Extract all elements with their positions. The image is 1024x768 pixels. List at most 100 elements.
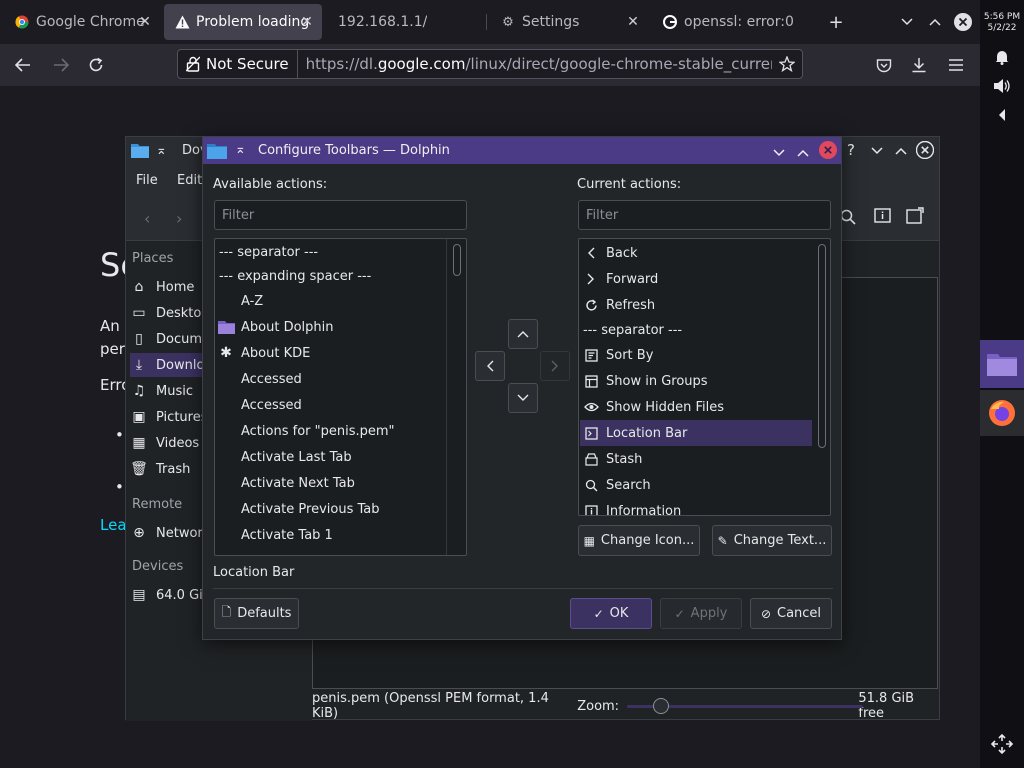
menu-button[interactable] bbox=[945, 54, 967, 76]
list-item[interactable]: Back bbox=[580, 240, 812, 266]
menu-file[interactable]: File bbox=[136, 173, 158, 188]
cancel-button[interactable]: ⊘ Cancel bbox=[750, 598, 832, 629]
zoom-slider[interactable] bbox=[627, 698, 864, 714]
move-up-button[interactable] bbox=[508, 319, 538, 349]
expand-tray-icon[interactable] bbox=[980, 106, 1024, 124]
info-panel-icon[interactable] bbox=[874, 208, 891, 229]
list-item[interactable]: Activate Last Tab bbox=[216, 444, 352, 470]
list-item[interactable]: ✱ About KDE bbox=[216, 340, 310, 366]
list-item[interactable]: Search bbox=[580, 472, 812, 498]
defaults-button[interactable]: 🗋 Defaults bbox=[214, 598, 299, 629]
list-item[interactable]: Activate Next Tab bbox=[216, 470, 355, 496]
close-icon[interactable] bbox=[819, 141, 837, 163]
list-item[interactable]: Activate Previous Tab bbox=[216, 496, 380, 522]
forward-button[interactable] bbox=[50, 54, 72, 76]
list-item[interactable]: About Dolphin bbox=[216, 314, 334, 340]
list-item[interactable]: Forward bbox=[580, 266, 812, 292]
maximize-icon[interactable] bbox=[797, 146, 809, 161]
list-item[interactable]: --- separator --- bbox=[216, 239, 318, 265]
remove-action-button[interactable] bbox=[475, 351, 505, 381]
close-icon[interactable]: ✕ bbox=[624, 13, 642, 31]
list-item[interactable]: Activate Tab 1 bbox=[216, 522, 333, 548]
learn-more-link[interactable]: Lea bbox=[100, 516, 127, 534]
change-icon-button[interactable]: ▦ Change Icon... bbox=[578, 525, 700, 556]
place-pictures[interactable]: ▣ Pictures bbox=[130, 405, 207, 429]
add-action-button[interactable] bbox=[540, 351, 570, 381]
keep-above-icon[interactable]: ⌅ bbox=[156, 143, 167, 158]
list-item[interactable]: Show in Groups bbox=[580, 368, 812, 394]
list-item[interactable]: Accessed bbox=[216, 392, 302, 418]
firefox-task-icon[interactable] bbox=[980, 390, 1024, 436]
device-drive[interactable]: ▤ 64.0 GiB bbox=[130, 583, 211, 607]
notifications-icon[interactable] bbox=[980, 47, 1024, 67]
place-videos[interactable]: ▦ Videos bbox=[130, 431, 199, 455]
minimize-icon[interactable] bbox=[773, 146, 785, 161]
tab-problem-loading[interactable]: Problem loading ✕ bbox=[164, 4, 322, 40]
available-actions-list[interactable]: --- separator --- --- expanding spacer -… bbox=[214, 238, 467, 556]
url-text[interactable]: https://dl.google.com/linux/direct/googl… bbox=[298, 55, 772, 73]
place-trash[interactable]: 🗑 Trash bbox=[130, 457, 190, 481]
place-home[interactable]: ⌂ Home bbox=[130, 275, 195, 299]
tab-openssl[interactable]: openssl: error:0 bbox=[652, 4, 814, 40]
split-view-icon[interactable] bbox=[906, 207, 924, 229]
move-down-button[interactable] bbox=[508, 383, 538, 413]
downloads-button[interactable] bbox=[908, 54, 930, 76]
list-item[interactable]: Stash bbox=[580, 446, 812, 472]
scrollbar[interactable] bbox=[453, 242, 461, 554]
list-item[interactable]: Sort By bbox=[580, 342, 812, 368]
list-tabs-button[interactable] bbox=[897, 12, 917, 32]
clock[interactable]: 5:56 PM 5/2/22 bbox=[980, 12, 1024, 34]
list-item[interactable]: Refresh bbox=[580, 292, 812, 318]
menu-edit[interactable]: Edit bbox=[177, 173, 202, 188]
forward-icon[interactable]: › bbox=[176, 209, 182, 228]
desktop-peek-icon[interactable] bbox=[980, 732, 1024, 756]
apply-button[interactable]: ✓ Apply bbox=[660, 598, 742, 629]
close-window-button[interactable] bbox=[953, 12, 973, 32]
close-icon[interactable] bbox=[915, 140, 935, 163]
close-icon[interactable]: ✕ bbox=[298, 13, 316, 31]
current-filter-input[interactable]: Filter bbox=[578, 200, 831, 230]
dolphin-task-icon[interactable] bbox=[980, 340, 1024, 388]
list-item[interactable]: Show Hidden Files bbox=[580, 394, 812, 420]
place-desktop[interactable]: ▭ Desktop bbox=[130, 301, 209, 325]
tab-google-chrome[interactable]: Google Chrome ✕ bbox=[4, 4, 160, 40]
keep-above-icon[interactable]: ⌅ bbox=[235, 142, 246, 157]
list-item[interactable]: --- separator --- bbox=[580, 317, 812, 343]
list-item[interactable]: Accessed bbox=[216, 366, 302, 392]
back-button[interactable] bbox=[12, 54, 34, 76]
volume-icon[interactable] bbox=[980, 76, 1024, 96]
bookmark-star-button[interactable] bbox=[772, 50, 802, 78]
reload-button[interactable] bbox=[85, 54, 107, 76]
list-item[interactable]: Information bbox=[580, 498, 812, 515]
maximize-icon[interactable] bbox=[895, 144, 907, 159]
url-bar[interactable]: Not Secure https://dl.google.com/linux/d… bbox=[177, 49, 803, 79]
pocket-button[interactable] bbox=[873, 54, 895, 76]
ok-button[interactable]: ✓ OK bbox=[570, 598, 652, 629]
current-actions-list[interactable]: Back Forward Refresh --- separator --- S… bbox=[578, 238, 831, 516]
tab-router[interactable]: 192.168.1.1/ bbox=[326, 4, 484, 40]
list-item[interactable]: A-Z bbox=[216, 288, 263, 314]
change-text-button[interactable]: ✎ Change Text... bbox=[712, 525, 832, 556]
place-music[interactable]: ♫ Music bbox=[130, 379, 193, 403]
scrollbar-thumb[interactable] bbox=[818, 244, 826, 448]
site-security-button[interactable]: Not Secure bbox=[178, 50, 298, 78]
available-filter-input[interactable]: Filter bbox=[214, 200, 467, 230]
place-network[interactable]: ⊕ Network bbox=[130, 521, 210, 545]
navigation-bar: Not Secure https://dl.google.com/linux/d… bbox=[0, 44, 980, 86]
minimize-icon[interactable] bbox=[871, 144, 883, 159]
maximize-button[interactable] bbox=[925, 12, 945, 32]
search-icon[interactable] bbox=[840, 209, 856, 229]
close-icon[interactable]: ✕ bbox=[136, 13, 154, 31]
new-tab-button[interactable]: + bbox=[826, 12, 846, 33]
scrollbar-thumb[interactable] bbox=[453, 244, 461, 276]
list-item[interactable]: --- expanding spacer --- bbox=[216, 263, 371, 289]
zoom-label: Zoom: bbox=[577, 698, 620, 714]
help-icon[interactable]: ? bbox=[847, 141, 855, 159]
tab-settings[interactable]: ⚙ Settings ✕ bbox=[490, 4, 648, 40]
scrollbar[interactable] bbox=[818, 244, 826, 510]
back-icon[interactable]: ‹ bbox=[144, 209, 150, 228]
zoom-slider-handle[interactable] bbox=[653, 698, 670, 714]
list-item[interactable]: Actions for "penis.pem" bbox=[216, 418, 395, 444]
tab-bar: Google Chrome ✕ Problem loading ✕ 192.16… bbox=[0, 0, 980, 44]
list-item-selected[interactable]: Location Bar bbox=[580, 420, 812, 446]
